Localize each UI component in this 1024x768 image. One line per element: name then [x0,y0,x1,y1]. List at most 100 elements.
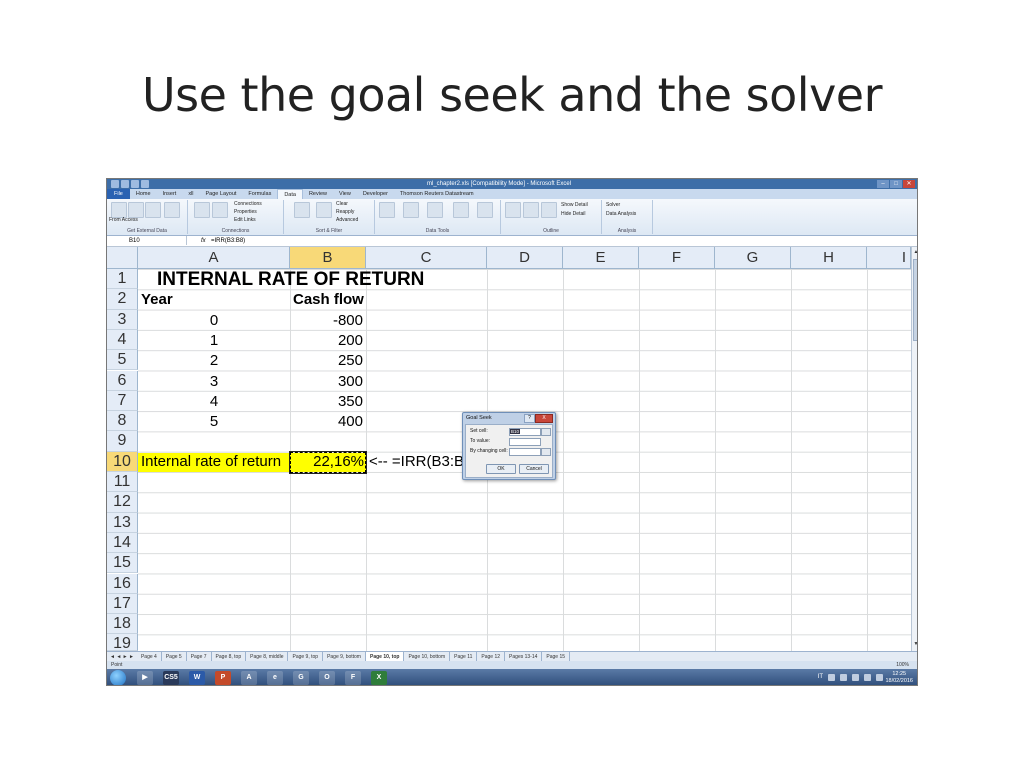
help-button[interactable]: ? [524,414,535,423]
tray-icon[interactable] [852,674,859,681]
text-to-columns-button[interactable] [379,202,395,218]
year-header[interactable]: Year [141,290,173,310]
tab-home[interactable]: Home [130,189,157,199]
row-header[interactable]: 7 [107,390,138,412]
volume-icon[interactable] [876,674,883,681]
cash-flow-cell[interactable]: 400 [290,412,363,432]
from-web-button[interactable] [128,202,144,218]
excel-icon[interactable]: X [371,671,387,685]
show-detail-button[interactable]: Show Detail [561,202,588,208]
edit-links-button[interactable]: Edit Links [234,217,256,223]
sort-button[interactable] [294,202,310,218]
row-header[interactable]: 19 [107,634,138,651]
row-header[interactable]: 3 [107,309,138,330]
set-cell-input[interactable]: B10 [509,428,541,436]
remove-duplicates-button[interactable] [403,202,419,218]
start-button[interactable] [110,670,126,685]
language-indicator[interactable]: IT [818,674,823,681]
tray-icon[interactable] [828,674,835,681]
year-cell[interactable]: 2 [138,351,290,371]
cash-flow-cell[interactable]: 200 [290,331,363,351]
zoom-level[interactable]: 100% [896,661,909,669]
properties-button[interactable]: Properties [234,209,257,215]
year-cell[interactable]: 4 [138,392,290,412]
tab-review[interactable]: Review [303,189,333,199]
column-header-c[interactable]: C [366,247,487,269]
row-header[interactable]: 9 [107,431,138,452]
irr-label-cell[interactable]: Internal rate of return [141,452,281,472]
column-header-f[interactable]: F [639,247,715,269]
row-header[interactable]: 1 [107,269,138,290]
ungroup-button[interactable] [523,202,539,218]
undo-icon[interactable] [131,180,139,188]
refresh-all-button[interactable] [212,202,228,218]
column-header-i[interactable]: I [867,247,911,269]
folder-icon[interactable]: F [345,671,361,685]
scroll-down-icon[interactable]: ▼ [913,641,917,649]
column-header-e[interactable]: E [563,247,639,269]
advanced-button[interactable]: Advanced [336,217,358,223]
data-validation-button[interactable] [427,202,443,218]
row-header-selected[interactable]: 10 [107,451,138,472]
scroll-up-icon[interactable]: ▲ [913,249,917,257]
network-icon[interactable] [864,674,871,681]
app-icon[interactable]: G [293,671,309,685]
tab-data[interactable]: Data [277,189,303,199]
selected-cell-b10[interactable] [289,451,367,474]
collapse-dialog-icon[interactable] [541,448,551,456]
consolidate-button[interactable] [453,202,469,218]
tab-insert[interactable]: Insert [157,189,183,199]
year-cell[interactable]: 5 [138,412,290,432]
year-cell[interactable]: 3 [138,372,290,392]
row-header[interactable]: 4 [107,329,138,351]
what-if-analysis-button[interactable] [477,202,493,218]
cash-flow-header[interactable]: Cash flow [293,290,364,310]
cash-flow-cell[interactable]: 250 [290,351,363,371]
column-header-h[interactable]: H [791,247,867,269]
year-cell[interactable]: 0 [138,311,290,331]
connections-button[interactable]: Connections [234,201,262,207]
save-icon[interactable] [121,180,129,188]
clock[interactable]: 12:25 18/02/2016 [885,671,913,685]
tab-page-layout[interactable]: Page Layout [200,189,243,199]
row-header[interactable]: 12 [107,492,138,513]
clear-button[interactable]: Clear [336,201,348,207]
collapse-dialog-icon[interactable] [541,428,551,436]
select-all-corner[interactable] [107,247,138,269]
tab-developer[interactable]: Developer [357,189,394,199]
row-header[interactable]: 14 [107,532,138,554]
tray-icon[interactable] [840,674,847,681]
cancel-button[interactable]: Cancel [519,464,549,474]
column-header-a[interactable]: A [138,247,290,269]
photoshop-icon[interactable]: CS5 [163,671,179,685]
column-header-g[interactable]: G [715,247,791,269]
cash-flow-cell[interactable]: -800 [290,311,363,331]
row-header[interactable]: 16 [107,573,138,594]
column-header-d[interactable]: D [487,247,563,269]
from-other-sources-button[interactable] [164,202,180,218]
cash-flow-cell[interactable]: 300 [290,372,363,392]
tab-formulas[interactable]: Formulas [242,189,277,199]
group-button[interactable] [505,202,521,218]
row-header[interactable]: 11 [107,472,138,493]
dialog-close-button[interactable]: X [535,414,553,423]
row-header[interactable]: 18 [107,614,138,635]
powerpoint-icon[interactable]: P [215,671,231,685]
row-header[interactable]: 6 [107,370,138,391]
to-value-input[interactable] [509,438,541,446]
from-text-button[interactable] [145,202,161,218]
cash-flow-cell[interactable]: 350 [290,392,363,412]
reapply-button[interactable]: Reapply [336,209,354,215]
redo-icon[interactable] [141,180,149,188]
ie-icon[interactable]: e [267,671,283,685]
data-analysis-button[interactable]: Data Analysis [606,211,636,217]
subtotal-button[interactable] [541,202,557,218]
from-access-button[interactable] [111,202,127,218]
column-header-b[interactable]: B [290,247,366,269]
scroll-thumb[interactable] [913,259,917,341]
tab-xll[interactable]: xll [182,189,199,199]
row-header[interactable]: 15 [107,553,138,574]
tab-datastream[interactable]: Thomson Reuters Datastream [394,189,480,199]
outlook-icon[interactable]: O [319,671,335,685]
vertical-scrollbar[interactable]: ▲ ▼ [911,247,917,651]
